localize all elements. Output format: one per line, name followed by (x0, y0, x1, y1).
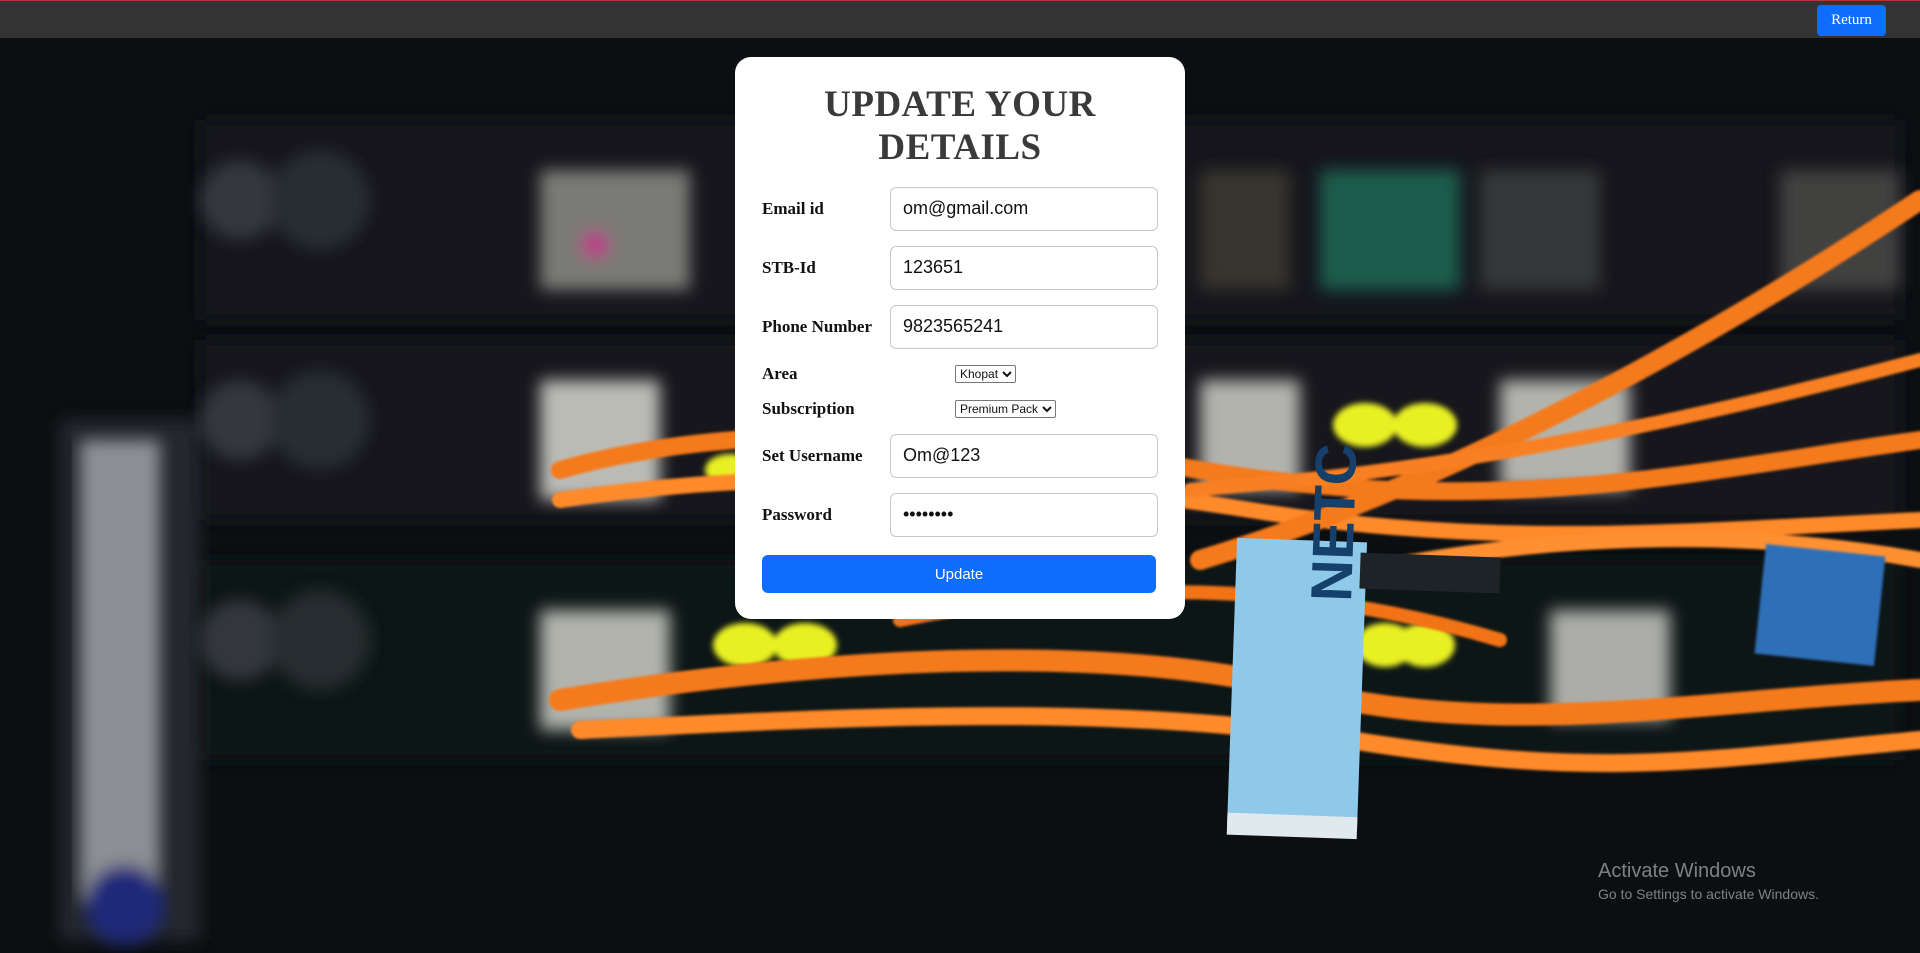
password-row: Password (762, 485, 1158, 544)
email-field[interactable] (890, 186, 1158, 231)
email-row: Email id (762, 179, 1158, 238)
update-button[interactable]: Update (762, 555, 1156, 593)
stb-id-row: STB-Id (762, 238, 1158, 297)
svg-text:NETC: NETC (1299, 443, 1369, 603)
subscription-row: Subscription Premium Pack (762, 391, 1158, 426)
subscription-label: Subscription (762, 398, 855, 418)
return-button[interactable]: Return (1817, 5, 1886, 36)
watermark-subtitle: Go to Settings to activate Windows. (1598, 886, 1819, 902)
phone-label: Phone Number (762, 316, 873, 336)
email-label: Email id (762, 198, 824, 218)
password-field[interactable] (890, 492, 1158, 537)
username-row: Set Username (762, 426, 1158, 485)
top-bar: Return (0, 0, 1920, 38)
username-field[interactable] (890, 433, 1158, 478)
phone-row: Phone Number (762, 297, 1158, 356)
windows-activation-watermark: Activate Windows Go to Settings to activ… (1598, 860, 1819, 902)
watermark-title: Activate Windows (1598, 860, 1756, 882)
area-row: Area Khopat (762, 356, 1158, 391)
password-label: Password (762, 504, 832, 524)
subscription-select[interactable]: Premium Pack (955, 399, 1056, 418)
username-label: Set Username (762, 445, 863, 465)
stb-id-field[interactable] (890, 245, 1158, 290)
area-select[interactable]: Khopat (955, 364, 1016, 383)
form-title: UPDATE YOUR DETAILS (824, 84, 1096, 168)
area-label: Area (762, 363, 798, 383)
phone-field[interactable] (890, 304, 1158, 349)
stb-id-label: STB-Id (762, 257, 816, 277)
update-details-form: UPDATE YOUR DETAILS Email id STB-Id Phon… (735, 57, 1185, 619)
